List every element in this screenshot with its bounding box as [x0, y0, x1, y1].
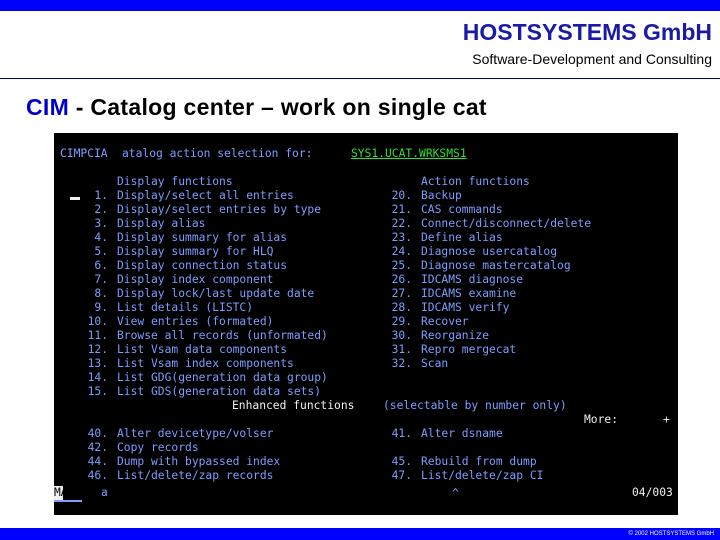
action-function-option-number[interactable]: 29. — [392, 315, 412, 329]
display-function-option-label[interactable]: Display alias — [117, 217, 205, 231]
action-function-option-number[interactable]: 28. — [392, 301, 412, 315]
display-function-option-number[interactable]: 1. — [94, 189, 108, 203]
enhanced-right-option-label[interactable]: Alter dsname — [421, 427, 503, 441]
enhanced-left-option-number[interactable]: 42. — [88, 441, 108, 455]
display-function-option-label[interactable]: List GDG(generation data group) — [117, 371, 328, 385]
enhanced-right-option-number[interactable]: 41. — [392, 427, 412, 441]
action-function-option-number[interactable]: 30. — [392, 329, 412, 343]
display-function-option-number[interactable]: 15. — [88, 385, 108, 399]
display-function-option-number[interactable]: 6. — [94, 259, 108, 273]
display-functions-heading: Display functions — [117, 175, 233, 188]
more-plus[interactable]: + — [663, 413, 670, 427]
command-input[interactable]: a — [101, 486, 108, 500]
action-function-option-number[interactable]: 21. — [392, 203, 412, 217]
brand-block: HOSTSYSTEMS GmbH Software-Development an… — [463, 18, 712, 68]
display-function-option-label[interactable]: List details (LISTC) — [117, 301, 253, 315]
display-function-option-label[interactable]: Browse all records (unformated) — [117, 329, 328, 343]
action-function-option-label[interactable]: Recover — [421, 315, 469, 329]
command-mode: MA — [54, 486, 68, 499]
terminal-screen: CIMPCIA atalog action selection for: SYS… — [54, 133, 678, 515]
action-function-option-number[interactable]: 32. — [392, 357, 412, 371]
enhanced-left-option-label[interactable]: Alter devicetype/volser — [117, 427, 273, 441]
action-function-option-number[interactable]: 25. — [392, 259, 412, 273]
company-name: HOSTSYSTEMS GmbH — [462, 19, 712, 45]
enhanced-right-option-label[interactable]: Rebuild from dump — [421, 455, 537, 469]
enhanced-left-option-number[interactable]: 40. — [88, 427, 108, 441]
caret-marker: ^ — [452, 487, 459, 500]
action-function-option-label[interactable]: IDCAMS examine — [421, 287, 516, 301]
display-function-option-number[interactable]: 2. — [94, 203, 108, 217]
action-function-option-number[interactable]: 20. — [392, 189, 412, 203]
display-function-option-label[interactable]: Display connection status — [117, 259, 287, 273]
enhanced-left-option-number[interactable]: 46. — [88, 469, 108, 483]
display-function-option-label[interactable]: Display index component — [117, 273, 273, 287]
slide-title-text: - Catalog center – work on single cat — [69, 94, 487, 120]
display-function-option-label[interactable]: View entries (formated) — [117, 315, 273, 329]
action-function-option-label[interactable]: Backup — [421, 189, 462, 203]
display-function-option-label[interactable]: List Vsam index components — [117, 357, 294, 371]
more-indicator: More: — [584, 413, 619, 426]
action-function-option-label[interactable]: Define alias — [421, 231, 503, 245]
action-function-option-label[interactable]: Reorganize — [421, 329, 489, 343]
action-functions-heading: Action functions — [421, 175, 530, 188]
action-function-option-label[interactable]: Repro mergecat — [421, 343, 516, 357]
action-function-option-number[interactable]: 31. — [392, 343, 412, 357]
enhanced-left-option-label[interactable]: Copy records — [117, 441, 199, 455]
display-function-option-label[interactable]: Display lock/last update date — [117, 287, 314, 301]
display-function-option-number[interactable]: 11. — [88, 329, 108, 343]
action-function-option-number[interactable]: 26. — [392, 273, 412, 287]
display-function-option-label[interactable]: List Vsam data components — [117, 343, 287, 357]
display-function-option-label[interactable]: Display summary for alias — [117, 231, 287, 245]
action-function-option-label[interactable]: CAS commands — [421, 203, 503, 217]
display-function-option-number[interactable]: 12. — [88, 343, 108, 357]
display-function-option-number[interactable]: 5. — [94, 245, 108, 259]
display-function-option-number[interactable]: 10. — [88, 315, 108, 329]
enhanced-left-option-label[interactable]: List/delete/zap records — [117, 469, 273, 483]
header-divider — [0, 78, 720, 79]
slide-title: CIM - Catalog center – work on single ca… — [26, 94, 487, 121]
enhanced-left-option-number[interactable]: 44. — [88, 455, 108, 469]
copyright-notice: © 2002 HOSTSYSTEMS GmbH — [628, 531, 714, 537]
selection-cursor[interactable] — [70, 197, 80, 200]
display-function-option-number[interactable]: 8. — [94, 287, 108, 301]
enhanced-right-option-number[interactable]: 47. — [392, 469, 412, 483]
action-function-option-label[interactable]: IDCAMS diagnose — [421, 273, 523, 287]
display-function-option-label[interactable]: Display/select entries by type — [117, 203, 321, 217]
action-function-option-number[interactable]: 22. — [392, 217, 412, 231]
action-function-option-label[interactable]: Connect/disconnect/delete — [421, 217, 591, 231]
enhanced-functions-heading: Enhanced functions — [232, 399, 355, 412]
display-function-option-number[interactable]: 4. — [94, 231, 108, 245]
enhanced-functions-hint: (selectable by number only) — [383, 399, 567, 412]
enhanced-right-option-number[interactable]: 45. — [392, 455, 412, 469]
display-function-option-label[interactable]: Display summary for HLQ — [117, 245, 273, 259]
panel-prompt: atalog action selection for: — [122, 147, 313, 160]
bottom-accent-bar: © 2002 HOSTSYSTEMS GmbH — [0, 528, 720, 540]
company-tagline: Software-Development and Consulting — [472, 51, 712, 67]
top-accent-bar — [0, 0, 720, 11]
action-function-option-number[interactable]: 27. — [392, 287, 412, 301]
display-function-option-number[interactable]: 13. — [88, 357, 108, 371]
enhanced-left-option-label[interactable]: Dump with bypassed index — [117, 455, 280, 469]
action-function-option-label[interactable]: IDCAMS verify — [421, 301, 509, 315]
display-function-option-number[interactable]: 14. — [88, 371, 108, 385]
enhanced-right-option-label[interactable]: List/delete/zap CI — [421, 469, 543, 483]
action-function-option-number[interactable]: 23. — [392, 231, 412, 245]
catalog-name-field[interactable]: SYS1.UCAT.WRKSMS1 — [351, 147, 624, 161]
panel-id: CIMPCIA — [60, 147, 108, 160]
cursor-position: 04/003 — [632, 486, 673, 499]
display-function-option-number[interactable]: 9. — [94, 301, 108, 315]
action-function-option-number[interactable]: 24. — [392, 245, 412, 259]
action-function-option-label[interactable]: Scan — [421, 357, 448, 371]
display-function-option-label[interactable]: Display/select all entries — [117, 189, 294, 203]
command-field-underline — [54, 500, 82, 502]
slide-title-acronym: CIM — [26, 94, 70, 120]
display-function-option-number[interactable]: 3. — [94, 217, 108, 231]
display-function-option-number[interactable]: 7. — [94, 273, 108, 287]
display-function-option-label[interactable]: List GDS(generation data sets) — [117, 385, 321, 399]
action-function-option-label[interactable]: Diagnose mastercatalog — [421, 259, 571, 273]
action-function-option-label[interactable]: Diagnose usercatalog — [421, 245, 557, 259]
